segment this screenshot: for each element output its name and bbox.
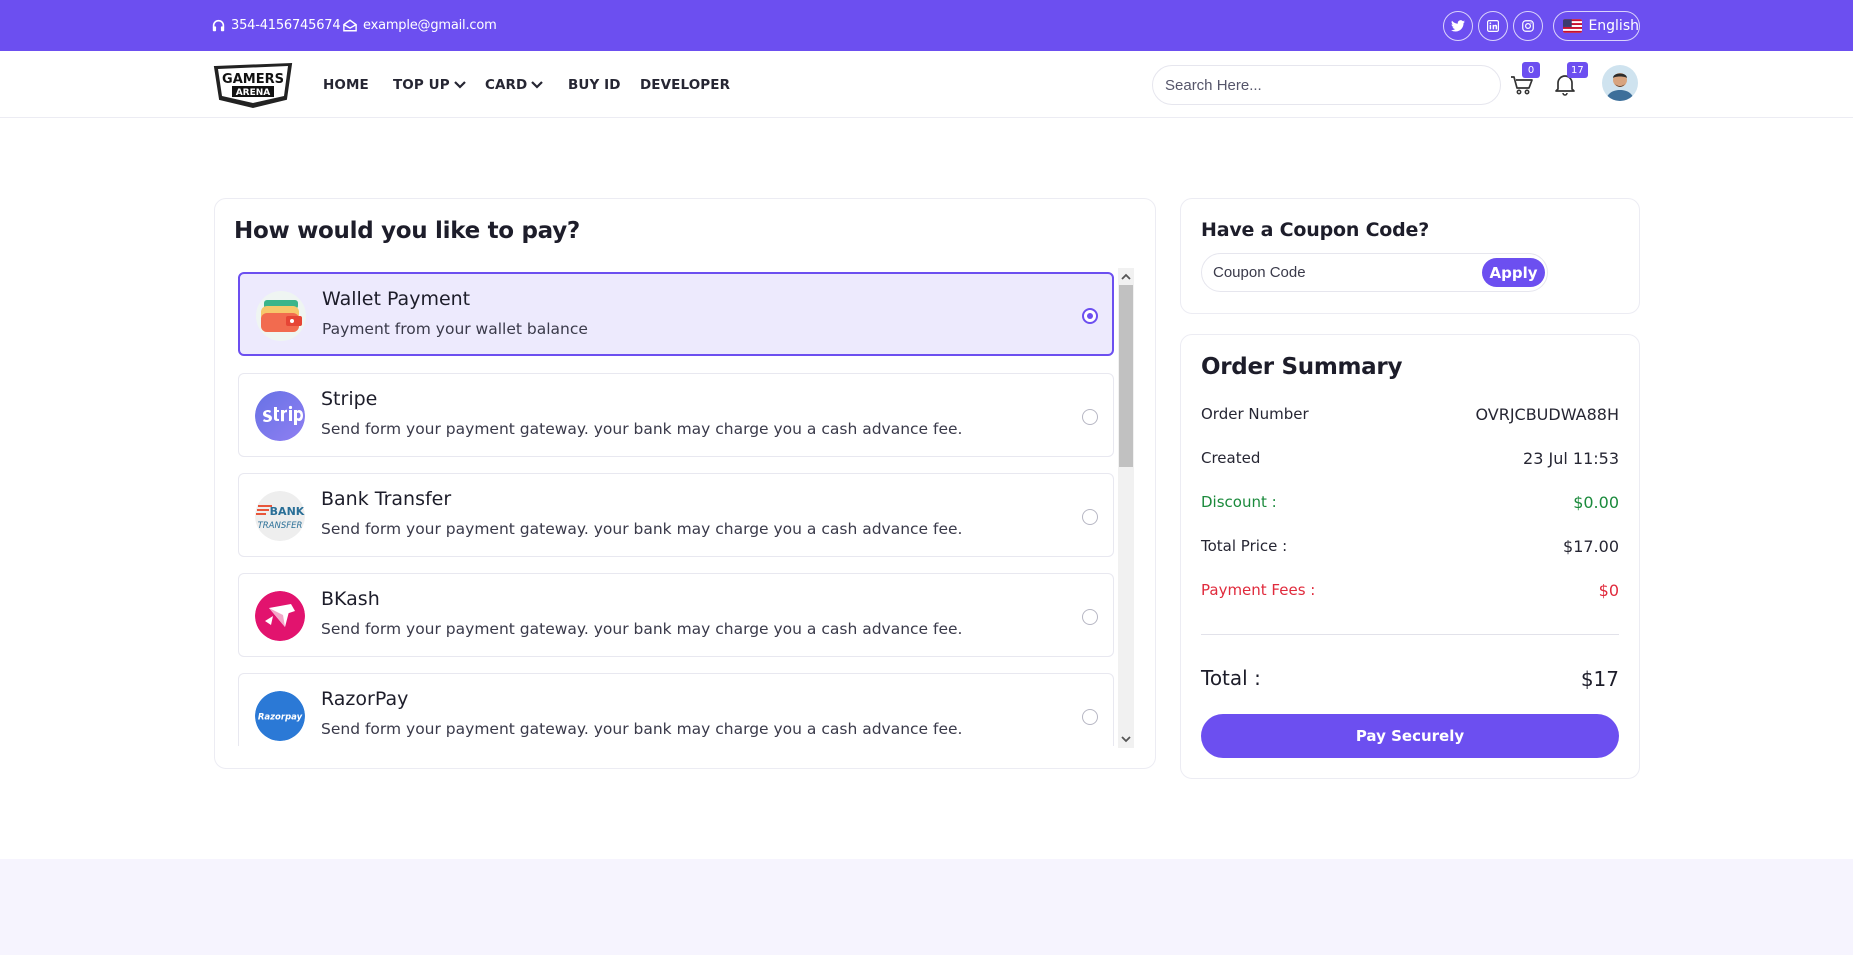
payment-method-name: Bank Transfer xyxy=(321,488,452,510)
wallet-icon xyxy=(256,291,306,341)
email-address: example@gmail.com xyxy=(363,18,497,33)
payment-method-radio[interactable] xyxy=(1082,509,1098,525)
instagram-icon xyxy=(1522,20,1534,32)
order-summary-title: Order Summary xyxy=(1201,354,1403,380)
twitter-link[interactable] xyxy=(1443,11,1473,41)
total-value: $17 xyxy=(1580,667,1619,691)
scroll-up-arrow-icon[interactable] xyxy=(1121,272,1131,282)
pay-securely-button[interactable]: Pay Securely xyxy=(1201,714,1619,758)
payment-methods-list[interactable]: Wallet Payment Payment from your wallet … xyxy=(238,272,1114,746)
total-price-label: Total Price : xyxy=(1201,537,1288,555)
payment-method-name: Wallet Payment xyxy=(322,288,471,310)
payment-method-bank-transfer[interactable]: BANK TRANSFER Bank Transfer Send form yo… xyxy=(238,473,1114,557)
chevron-down-icon xyxy=(531,80,544,89)
nav-top-up-label: TOP UP xyxy=(393,76,450,93)
instagram-link[interactable] xyxy=(1513,11,1543,41)
order-number-label: Order Number xyxy=(1201,405,1309,423)
twitter-icon xyxy=(1451,20,1465,32)
scrollbar-thumb[interactable] xyxy=(1119,285,1133,467)
payment-method-radio[interactable] xyxy=(1082,308,1098,324)
headphones-icon xyxy=(212,19,225,32)
payment-method-description: Send form your payment gateway. your ban… xyxy=(321,420,963,438)
nav-card-label: CARD xyxy=(485,76,528,93)
us-flag-icon xyxy=(1563,19,1583,33)
payment-method-name: RazorPay xyxy=(321,688,409,710)
cart-count-badge: 0 xyxy=(1522,62,1540,78)
nav-card[interactable]: CARD xyxy=(485,51,544,118)
coupon-code-input[interactable] xyxy=(1213,256,1473,289)
bank-logo-text: BANK xyxy=(270,505,305,518)
payment-method-razorpay[interactable]: Razorpay RazorPay Send form your payment… xyxy=(238,673,1114,746)
phone-contact[interactable]: 354-4156745674 xyxy=(212,0,341,51)
logo-text-bottom: ARENA xyxy=(236,88,271,98)
payment-fees-value: $0 xyxy=(1598,581,1619,600)
bank-transfer-logo: BANK TRANSFER xyxy=(255,491,305,541)
payment-method-description: Send form your payment gateway. your ban… xyxy=(321,620,963,638)
created-value: 23 Jul 11:53 xyxy=(1523,449,1619,468)
payment-method-name: BKash xyxy=(321,588,380,610)
scroll-down-arrow-icon[interactable] xyxy=(1121,734,1131,744)
language-selector[interactable]: English xyxy=(1553,11,1640,41)
logo-text-top: GAMERS xyxy=(222,72,284,87)
coupon-title: Have a Coupon Code? xyxy=(1201,219,1430,241)
phone-number: 354-4156745674 xyxy=(231,18,341,33)
envelope-icon xyxy=(343,19,357,32)
created-label: Created xyxy=(1201,449,1261,467)
nav-buy-id-label: BUY ID xyxy=(568,76,621,93)
payment-method-bkash[interactable]: BKash Send form your payment gateway. yo… xyxy=(238,573,1114,657)
email-contact[interactable]: example@gmail.com xyxy=(343,0,497,51)
razorpay-logo-text: Razorpay xyxy=(258,713,303,723)
discount-value: $0.00 xyxy=(1573,493,1619,512)
top-bar: 354-4156745674 example@gmail.com English xyxy=(0,0,1853,51)
order-summary-card xyxy=(1180,334,1640,779)
payment-list-scrollbar[interactable] xyxy=(1118,268,1134,748)
summary-divider xyxy=(1201,634,1619,635)
razorpay-logo: Razorpay xyxy=(255,691,305,741)
user-avatar[interactable] xyxy=(1602,65,1638,101)
total-price-value: $17.00 xyxy=(1563,537,1619,556)
search-input[interactable] xyxy=(1152,65,1501,105)
discount-label: Discount : xyxy=(1201,493,1277,511)
payment-fees-label: Payment Fees : xyxy=(1201,581,1316,599)
nav-buy-id[interactable]: BUY ID xyxy=(568,51,621,118)
chevron-down-icon xyxy=(453,80,466,89)
payment-title: How would you like to pay? xyxy=(234,218,580,244)
payment-method-stripe[interactable]: Stripe Send form your payment gateway. y… xyxy=(238,373,1114,457)
bkash-logo xyxy=(255,591,305,641)
payment-method-name: Stripe xyxy=(321,388,378,410)
payment-method-radio[interactable] xyxy=(1082,609,1098,625)
linkedin-icon xyxy=(1487,20,1499,32)
nav-home[interactable]: HOME xyxy=(323,51,369,118)
language-label: English xyxy=(1588,18,1639,34)
nav-home-label: HOME xyxy=(323,76,369,93)
notification-count-badge: 17 xyxy=(1567,62,1588,78)
footer-background xyxy=(0,859,1853,955)
order-number-value: OVRJCBUDWA88H xyxy=(1475,405,1619,424)
linkedin-link[interactable] xyxy=(1478,11,1508,41)
gamers-arena-logo[interactable]: GAMERS ARENA xyxy=(212,59,294,109)
nav-developer-label: DEVELOPER xyxy=(640,76,731,93)
transfer-logo-text: TRANSFER xyxy=(258,521,303,531)
total-label: Total : xyxy=(1201,666,1261,690)
payment-method-description: Send form your payment gateway. your ban… xyxy=(321,520,963,538)
payment-method-wallet[interactable]: Wallet Payment Payment from your wallet … xyxy=(238,272,1114,356)
nav-top-up[interactable]: TOP UP xyxy=(393,51,466,118)
payment-method-description: Payment from your wallet balance xyxy=(322,320,588,338)
apply-coupon-button[interactable]: Apply xyxy=(1482,258,1545,287)
nav-developer[interactable]: DEVELOPER xyxy=(640,51,730,118)
payment-method-description: Send form your payment gateway. your ban… xyxy=(321,720,963,738)
stripe-logo xyxy=(255,391,305,441)
payment-method-radio[interactable] xyxy=(1082,409,1098,425)
payment-method-radio[interactable] xyxy=(1082,709,1098,725)
